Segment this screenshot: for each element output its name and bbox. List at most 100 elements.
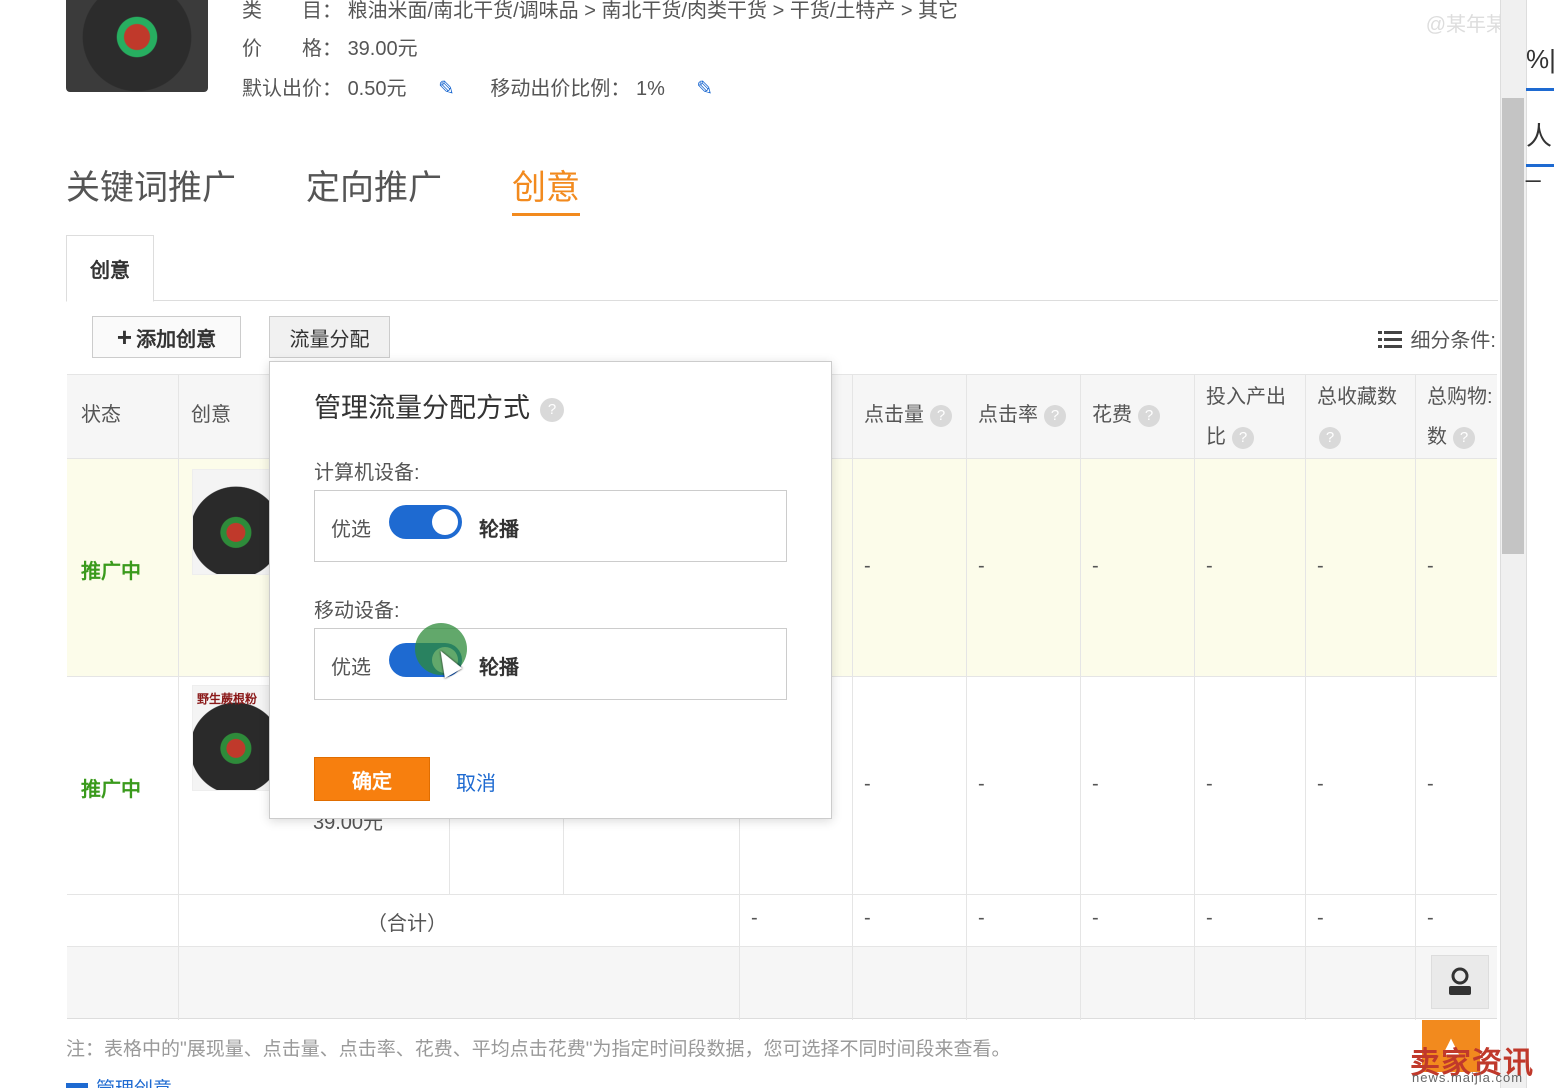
column-divider [1080,375,1081,1020]
mobile-ratio-label: 移动出价比例： [490,78,631,100]
pc-toggle-switch[interactable] [389,505,462,539]
confirm-button[interactable]: 确定 [314,757,430,801]
total-cell: - [1206,907,1213,929]
mobile-ratio-value: 1% [635,78,665,100]
header-cart-label-2: 数 [1427,426,1447,448]
manage-icon [66,1082,88,1088]
total-cell: - [1317,907,1324,929]
scrollbar-thumb[interactable] [1502,98,1524,554]
header-clicks-label: 点击量 [864,404,924,426]
cell-favorites: - [1317,555,1324,577]
total-cell: - [1427,907,1434,929]
header-ctr-label: 点击率 [978,404,1038,426]
segment-filter-label: 细分条件: [1410,330,1496,352]
creative-thumbnail[interactable]: 野生蕨根粉 [192,685,272,791]
help-icon[interactable]: ? [930,404,952,427]
price-label: 价 格： [242,38,342,60]
help-icon[interactable]: ? [540,397,564,422]
header-cost: 花费? [1092,395,1160,435]
add-creative-label: 添加创意 [136,328,217,351]
cell-cost: - [1092,773,1099,795]
total-row: （合计） - - - - - - - [67,895,1497,947]
tab-keyword-promotion[interactable]: 关键词推广 [66,160,236,216]
toggle-knob [432,509,458,535]
mobile-device-label: 移动设备: [314,600,400,622]
tab-creative[interactable]: 创意 [512,160,580,216]
cell-cart: - [1427,773,1434,795]
column-divider [178,375,179,1020]
cell-ctr: - [978,773,985,795]
traffic-allocation-popover: 管理流量分配方式? 计算机设备: 优选 轮播 移动设备: 优选 轮播 确定 取消 [269,361,832,819]
cancel-link[interactable]: 取消 [456,767,496,796]
header-favorites-label: 总收藏数 [1317,386,1397,408]
manage-creative-label: 管理创意 [96,1079,172,1088]
header-creative: 创意 [191,404,231,426]
tab-targeted-promotion[interactable]: 定向推广 [306,160,442,216]
popover-title-text: 管理流量分配方式 [314,393,530,423]
plus-icon: + [116,321,133,352]
header-roi-label-1: 投入产出 [1206,386,1286,408]
cell-roi: - [1206,555,1213,577]
segment-filter[interactable]: 细分条件: [1378,324,1496,353]
column-divider [852,375,853,1020]
cell-cost: - [1092,555,1099,577]
table-note: 注：表格中的"展现量、点击量、点击率、花费、平均点击花费"为指定时间段数据，您可… [66,1039,1011,1060]
add-creative-button[interactable]: + 添加创意 [92,316,241,358]
column-divider [1305,375,1306,1020]
subtab-divider [66,300,1498,301]
help-icon[interactable]: ? [1044,404,1066,427]
column-divider [1194,375,1195,1020]
manage-creative-link[interactable]: 管理创意 [66,1074,172,1088]
category-value: 粮油米面/南北干货/调味品 > 南北干货/肉类干货 > 干货/土特产 > 其它 [347,0,959,22]
total-cell: - [751,907,758,929]
total-label: （合计） [367,913,447,935]
user-download-icon [1449,967,1471,995]
popover-title: 管理流量分配方式? [314,386,564,425]
side-panel-text: 人_ [1526,121,1553,183]
export-button[interactable] [1431,955,1489,1009]
side-panel-underline [1526,88,1554,91]
status-badge: 推广中 [81,779,141,801]
option-preferred-label[interactable]: 优选 [331,513,371,542]
main-tabs: 关键词推广 定向推广 创意 [66,160,580,216]
header-cost-label: 花费 [1092,404,1132,426]
mobile-device-toggle-group: 优选 轮播 [314,623,787,700]
cell-cart: - [1427,555,1434,577]
list-icon [1378,330,1403,348]
option-preferred-label[interactable]: 优选 [331,651,371,680]
side-panel-underline [1526,164,1554,167]
cell-ctr: - [978,555,985,577]
column-divider [966,375,967,1020]
pc-device-toggle-group: 优选 轮播 [314,490,787,562]
subtab-creative[interactable]: 创意 [66,235,154,302]
default-bid-label: 默认出价： [242,78,342,100]
total-cell: - [864,907,871,929]
side-panel-text: %| [1526,44,1554,74]
header-cart-label-1: 总购物: [1427,386,1493,408]
help-icon[interactable]: ? [1138,404,1160,427]
cell-clicks: - [864,555,871,577]
status-badge: 推广中 [81,561,141,583]
header-favorites: 总收藏数? [1317,377,1397,457]
default-bid-value: 0.50元 [347,78,407,100]
pc-device-label: 计算机设备: [314,462,420,484]
help-icon[interactable]: ? [1319,426,1341,449]
price-line: 价 格： 39.00元 [242,32,418,61]
cell-favorites: - [1317,773,1324,795]
category-label: 类 目： [242,0,342,22]
help-icon[interactable]: ? [1453,426,1475,449]
edit-default-bid-icon[interactable]: ✎ [438,76,455,101]
traffic-allocation-button[interactable]: 流量分配 [269,316,390,358]
table-footer [67,947,1497,1019]
header-clicks: 点击量? [864,395,952,435]
option-rotate-label[interactable]: 轮播 [479,513,519,542]
product-image [66,0,208,92]
edit-mobile-ratio-icon[interactable]: ✎ [696,76,713,101]
help-icon[interactable]: ? [1232,426,1254,449]
creative-thumbnail[interactable] [192,469,272,575]
cell-roi: - [1206,773,1213,795]
header-roi-label-2: 比 [1206,426,1226,448]
header-status: 状态 [81,404,121,426]
price-value: 39.00元 [347,38,418,60]
option-rotate-label[interactable]: 轮播 [479,651,519,680]
